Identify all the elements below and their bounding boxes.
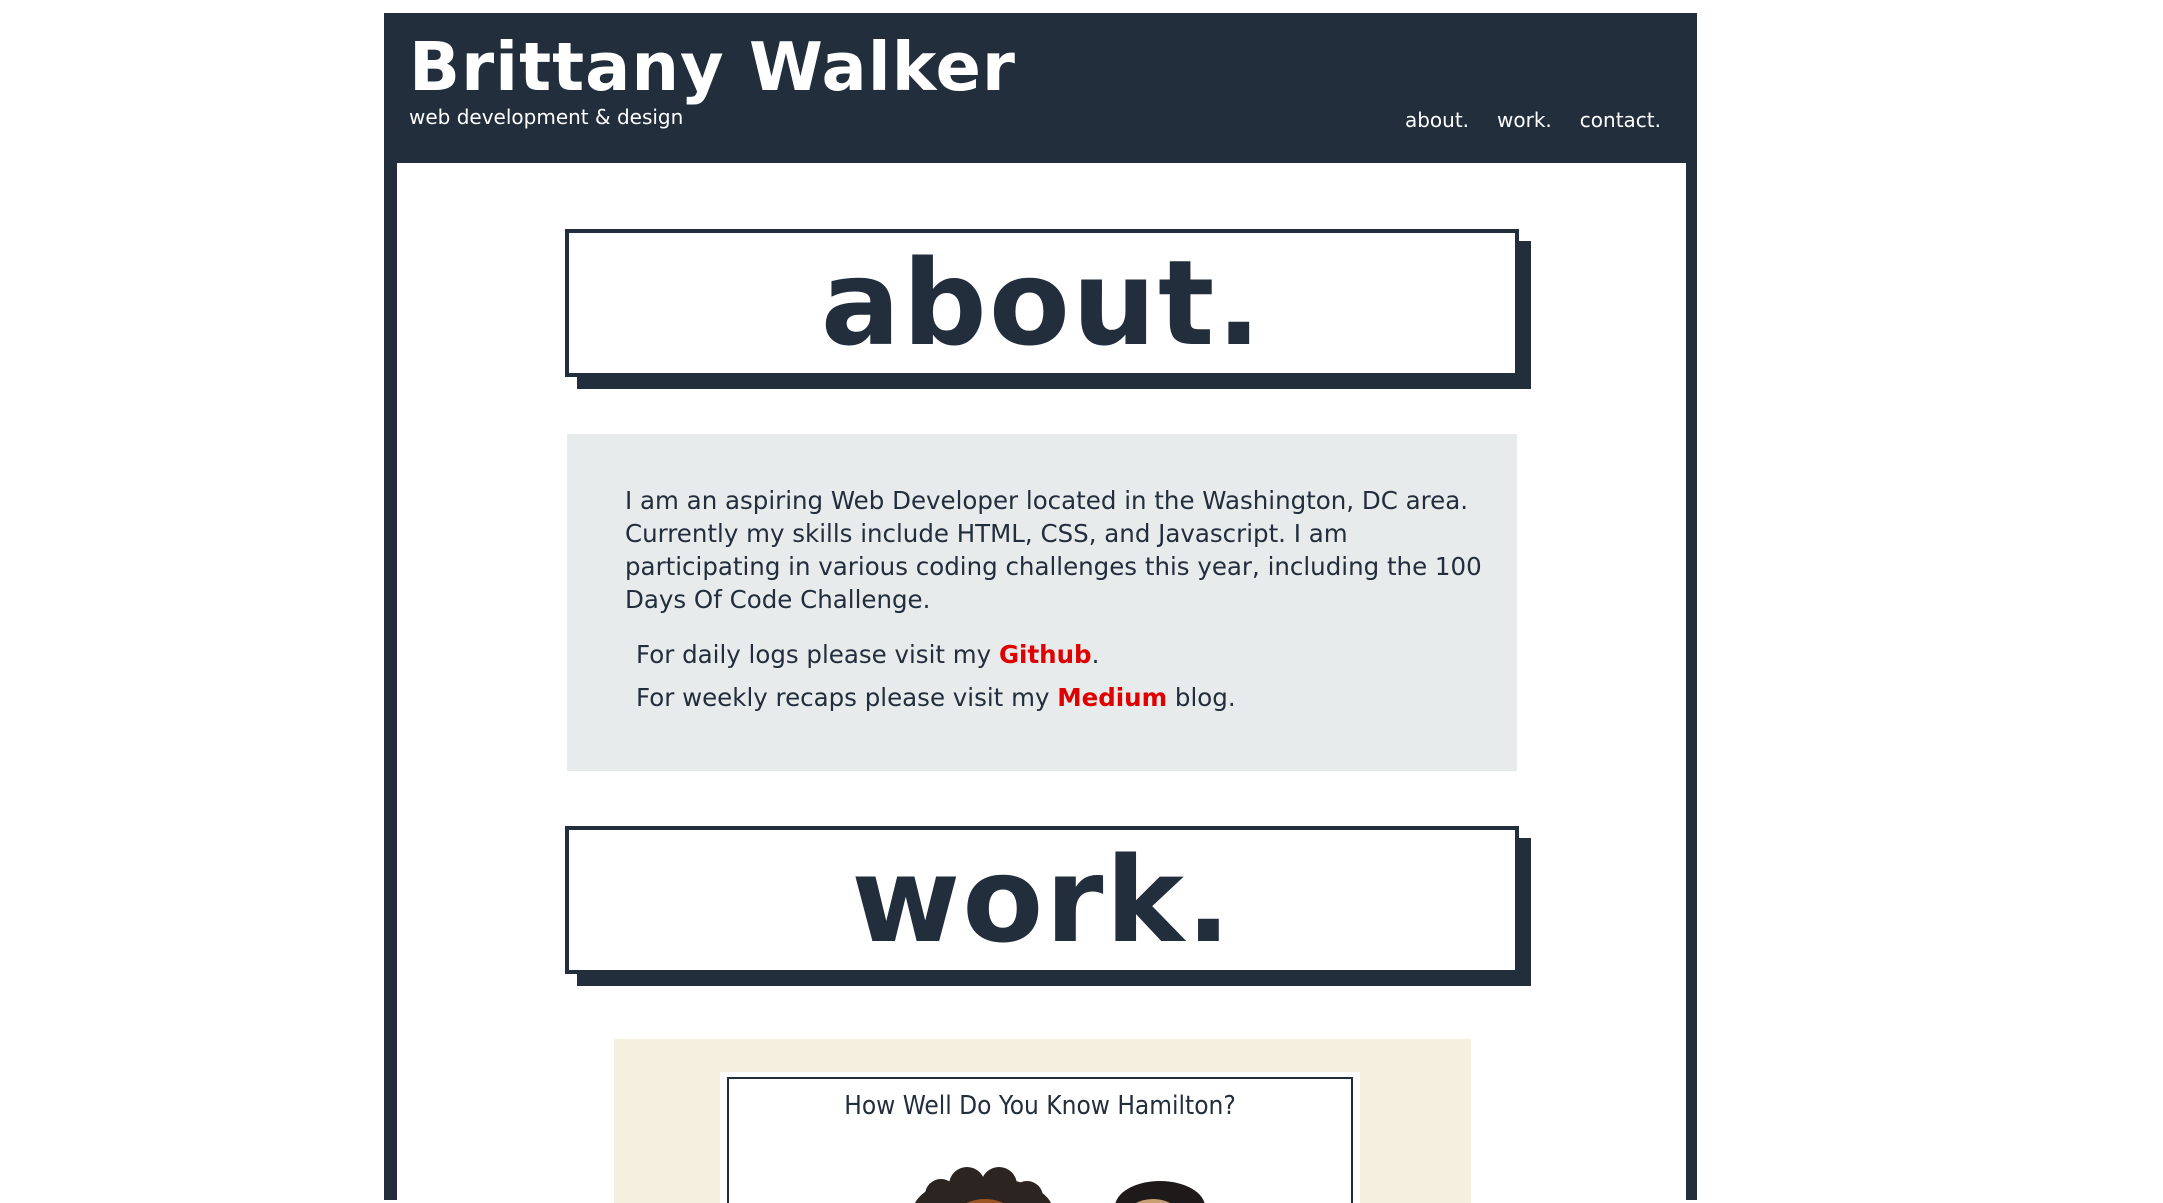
- github-prefix: For daily logs please visit my: [636, 640, 999, 669]
- work-heading: work.: [851, 831, 1233, 969]
- medium-prefix: For weekly recaps please visit my: [636, 683, 1058, 712]
- site-title[interactable]: Brittany Walker: [409, 27, 1016, 107]
- about-bio: I am an aspiring Web Developer located i…: [625, 484, 1482, 616]
- github-link[interactable]: Github: [999, 640, 1092, 669]
- left-figure-hair-lock: [949, 1167, 985, 1203]
- nav-link-about[interactable]: about.: [1405, 108, 1469, 132]
- hamilton-illustration: [914, 1167, 1205, 1203]
- page-frame: Brittany Walker web development & design…: [384, 13, 1697, 1203]
- nav-link-work[interactable]: work.: [1497, 108, 1552, 132]
- about-heading-box: about.: [565, 229, 1519, 377]
- bio-line: participating in various coding challeng…: [625, 552, 1482, 581]
- github-suffix: .: [1091, 640, 1100, 669]
- project-card[interactable]: How Well Do You Know Hamilton?: [614, 1039, 1471, 1203]
- work-heading-box: work.: [565, 826, 1519, 974]
- project-thumbnail[interactable]: How Well Do You Know Hamilton?: [720, 1072, 1360, 1203]
- main-nav: about. work. contact.: [1405, 108, 1661, 132]
- project-thumbnail-frame: How Well Do You Know Hamilton?: [727, 1077, 1353, 1203]
- medium-link[interactable]: Medium: [1057, 683, 1167, 712]
- main-content: about. I am an aspiring Web Developer lo…: [397, 163, 1686, 1203]
- medium-line: For weekly recaps please visit my Medium…: [636, 683, 1236, 712]
- about-heading: about.: [820, 234, 1264, 372]
- about-card: I am an aspiring Web Developer located i…: [567, 434, 1517, 771]
- bio-line: I am an aspiring Web Developer located i…: [625, 486, 1469, 515]
- site-subtitle: web development & design: [409, 105, 684, 129]
- bio-line: Currently my skills include HTML, CSS, a…: [625, 519, 1348, 548]
- site-header: Brittany Walker web development & design…: [384, 13, 1697, 163]
- nav-link-contact[interactable]: contact.: [1580, 108, 1661, 132]
- medium-suffix: blog.: [1167, 683, 1236, 712]
- github-line: For daily logs please visit my Github.: [636, 640, 1099, 669]
- bio-line: Days Of Code Challenge.: [625, 585, 931, 614]
